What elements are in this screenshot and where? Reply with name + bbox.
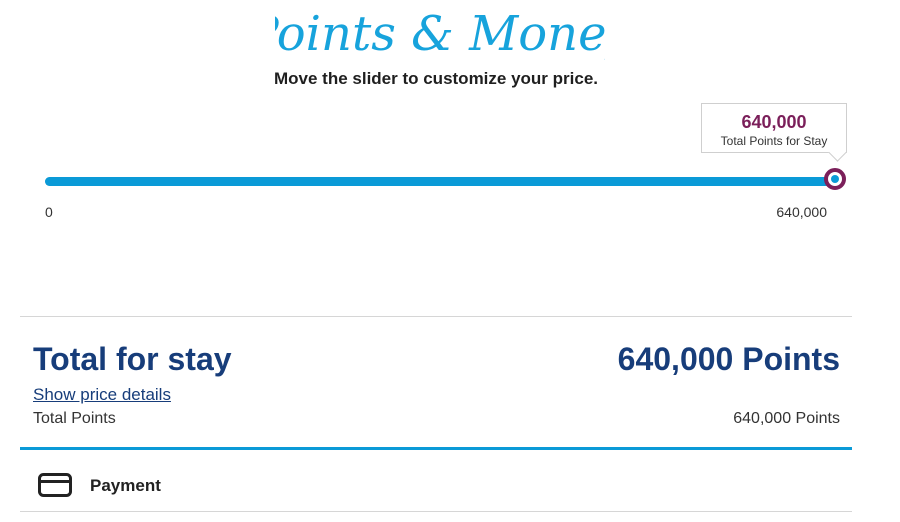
svg-text:Points & Money: Points & Money [275,6,605,62]
total-points-value: 640,000 Points [733,410,840,427]
total-for-stay-value: 640,000 Points [617,341,840,377]
slider-tooltip: 640,000 Total Points for Stay [701,103,847,153]
slider-max-label: 640,000 [776,204,827,220]
payment-section-header[interactable]: Payment [20,460,852,510]
show-price-details-link[interactable]: Show price details [33,385,171,405]
total-points-label: Total Points [33,410,116,427]
points-slider-track[interactable] [45,177,835,186]
credit-card-icon [38,473,72,502]
slider-min-label: 0 [45,204,53,220]
points-slider-fill [45,177,835,186]
tooltip-points-value: 640,000 [741,112,807,132]
divider [20,511,852,512]
section-divider [20,447,852,450]
promo-title: Points & Money [0,4,880,77]
points-and-money-logo: Points & Money [275,6,605,62]
points-slider-thumb[interactable] [824,168,846,190]
tooltip-points-label: Total Points for Stay [720,134,828,148]
payment-label: Payment [90,476,161,495]
total-for-stay-label: Total for stay [33,341,232,377]
slider-instructions: Move the slider to customize your price. [273,69,599,88]
divider [20,316,852,317]
